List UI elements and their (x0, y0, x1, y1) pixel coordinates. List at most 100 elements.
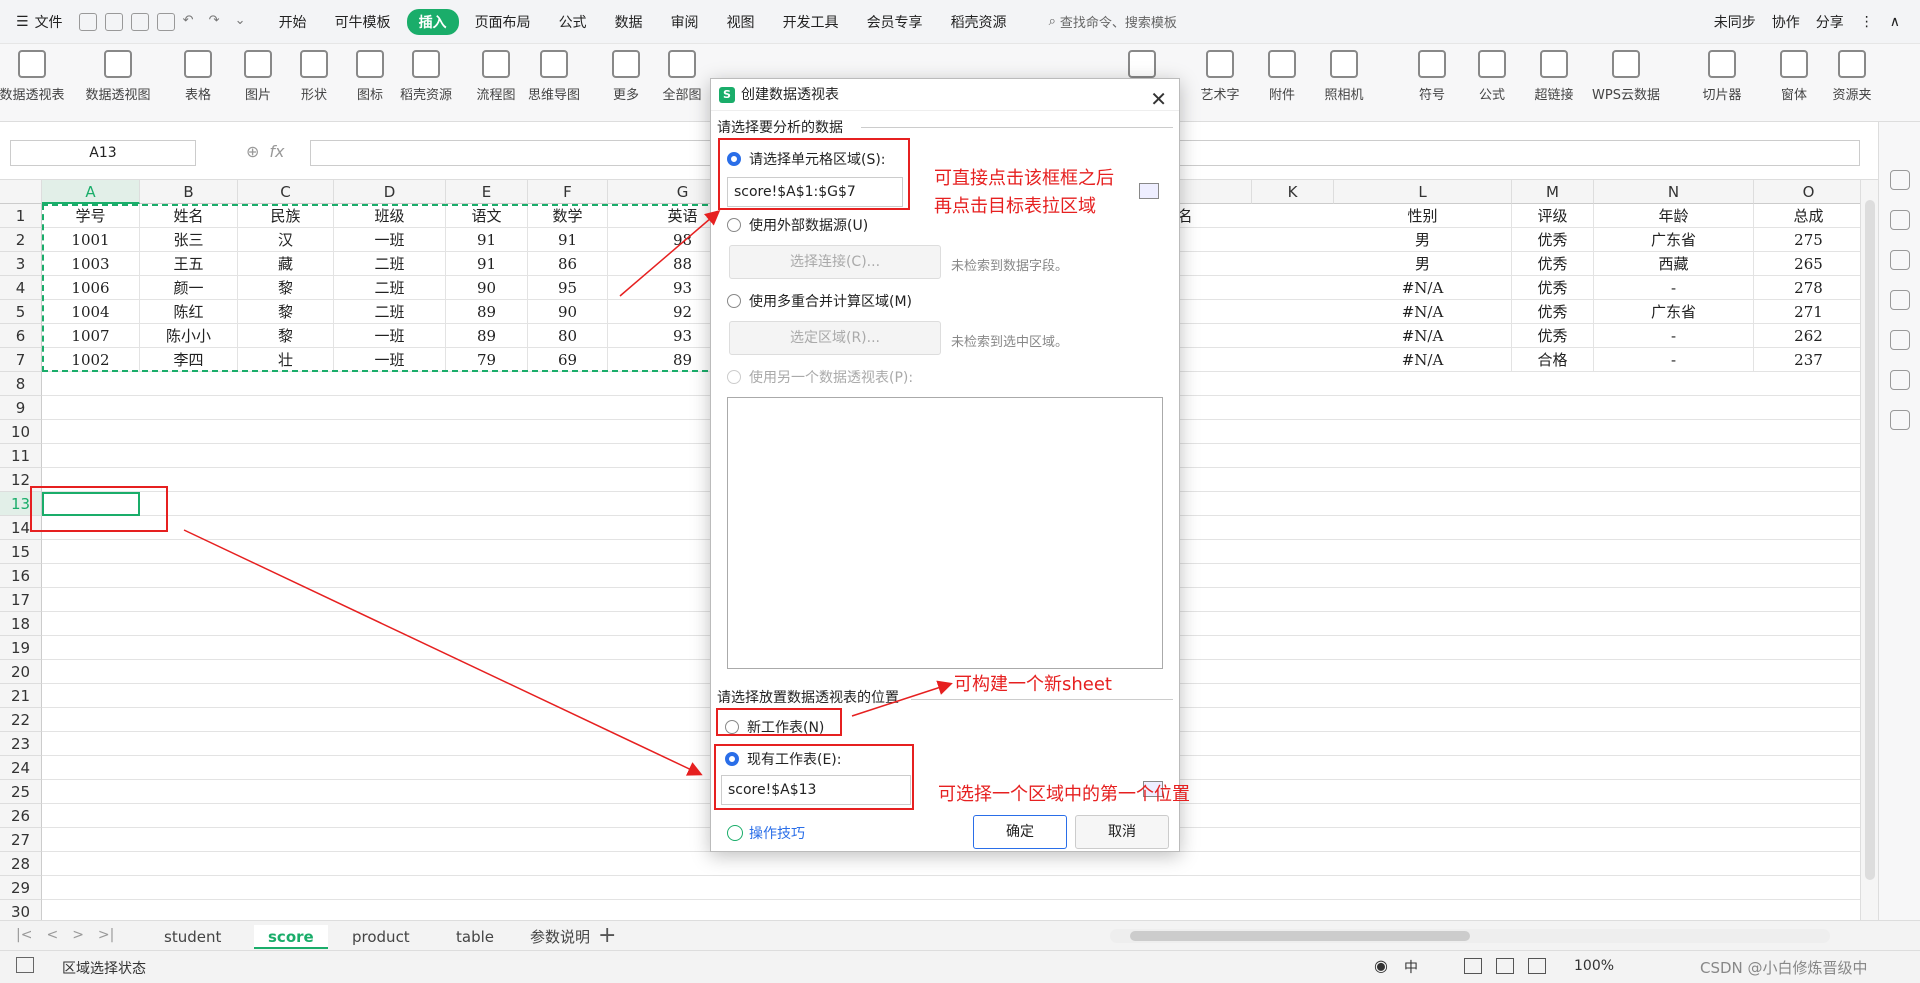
table-cell[interactable]: 颜一 (140, 276, 238, 300)
row-header-22[interactable]: 22 (0, 708, 42, 732)
table-cell[interactable]: 优秀 (1512, 300, 1594, 324)
row-header-8[interactable]: 8 (0, 372, 42, 396)
table-cell[interactable]: 男 (1334, 252, 1512, 276)
radio-multi-consolidation[interactable]: 使用多重合并计算区域(M) (727, 291, 912, 311)
table-cell[interactable]: 二班 (334, 252, 446, 276)
select-all-corner[interactable] (0, 180, 42, 204)
table-cell[interactable]: 黎 (238, 324, 334, 348)
table-cell[interactable]: 二班 (334, 300, 446, 324)
sheet-tab-3[interactable]: table (442, 925, 508, 949)
fx-icon[interactable]: fx (269, 142, 284, 161)
column-header-E[interactable]: E (446, 180, 528, 204)
row-header-5[interactable]: 5 (0, 300, 42, 324)
table-cell[interactable]: 黎 (238, 276, 334, 300)
row-header-18[interactable]: 18 (0, 612, 42, 636)
table-cell[interactable]: 1004 (42, 300, 140, 324)
table-cell[interactable]: 王五 (140, 252, 238, 276)
ribbon-button-1[interactable]: 数据透视图 (78, 50, 158, 103)
table-cell[interactable]: 民族 (238, 204, 334, 228)
row-header-23[interactable]: 23 (0, 732, 42, 756)
zoom-level[interactable]: 100% (1574, 958, 1614, 974)
ribbon-button-28[interactable]: 资源夹 (1812, 50, 1892, 103)
table-cell[interactable]: 学号 (42, 204, 140, 228)
row-header-19[interactable]: 19 (0, 636, 42, 660)
table-cell[interactable]: 86 (528, 252, 608, 276)
table-cell[interactable]: 优秀 (1512, 228, 1594, 252)
table-cell[interactable]: 90 (446, 276, 528, 300)
column-header-B[interactable]: B (140, 180, 238, 204)
table-cell[interactable]: 262 (1754, 324, 1860, 348)
table-cell[interactable]: 79 (446, 348, 528, 372)
menu-tab-6[interactable]: 审阅 (659, 9, 711, 35)
horizontal-scroll-thumb[interactable] (1130, 931, 1470, 941)
input-method-icon[interactable]: 中 (1404, 957, 1418, 977)
backup-icon[interactable] (1889, 370, 1910, 390)
table-cell[interactable]: 年龄 (1594, 204, 1754, 228)
vertical-scrollbar[interactable] (1860, 180, 1878, 920)
pivot-table-list[interactable] (727, 397, 1163, 669)
first-sheet-icon[interactable]: |< (16, 927, 32, 943)
radio-other-pivot[interactable]: 使用另一个数据透视表(P): (727, 367, 913, 387)
table-cell[interactable]: #N/A (1334, 300, 1512, 324)
table-cell[interactable]: #N/A (1334, 276, 1512, 300)
redo-icon[interactable]: ↷ (209, 13, 227, 31)
ribbon-button-8[interactable]: 思维导图 (514, 50, 594, 103)
table-cell[interactable]: 1006 (42, 276, 140, 300)
table-cell[interactable]: 278 (1754, 276, 1860, 300)
close-icon[interactable]: ✕ (1150, 83, 1167, 115)
sheet-tab-1[interactable]: score (254, 925, 328, 949)
column-header-M[interactable]: M (1512, 180, 1594, 204)
row-header-15[interactable]: 15 (0, 540, 42, 564)
page-view-icon[interactable] (1496, 958, 1514, 974)
column-header-A[interactable]: A (42, 180, 140, 204)
dialog-titlebar[interactable]: S 创建数据透视表 ✕ (711, 79, 1179, 111)
normal-view-icon[interactable] (1464, 958, 1482, 974)
print-icon[interactable] (130, 12, 149, 31)
ribbon-button-26[interactable]: 切片器 (1682, 50, 1762, 103)
table-cell[interactable]: 汉 (238, 228, 334, 252)
table-cell[interactable]: #N/A (1334, 348, 1512, 372)
tips-link[interactable]: 操作技巧 (727, 823, 805, 843)
row-header-30[interactable]: 30 (0, 900, 42, 920)
table-cell[interactable]: 275 (1754, 228, 1860, 252)
table-cell[interactable]: 班级 (334, 204, 446, 228)
table-cell[interactable]: 男 (1334, 228, 1512, 252)
row-header-25[interactable]: 25 (0, 780, 42, 804)
table-cell[interactable]: 合格 (1512, 348, 1594, 372)
table-cell[interactable]: 总成 (1754, 204, 1860, 228)
table-cell[interactable]: 藏 (238, 252, 334, 276)
table-cell[interactable]: 69 (528, 348, 608, 372)
ribbon-button-25[interactable]: WPS云数据 (1586, 50, 1666, 103)
row-header-24[interactable]: 24 (0, 756, 42, 780)
table-cell[interactable]: 1002 (42, 348, 140, 372)
vertical-scroll-thumb[interactable] (1865, 200, 1875, 880)
menu-tab-3[interactable]: 页面布局 (463, 9, 543, 35)
table-cell[interactable]: 265 (1754, 252, 1860, 276)
table-cell[interactable]: 91 (528, 228, 608, 252)
table-cell[interactable]: 237 (1754, 348, 1860, 372)
table-cell[interactable]: 李四 (140, 348, 238, 372)
row-header-26[interactable]: 26 (0, 804, 42, 828)
row-header-11[interactable]: 11 (0, 444, 42, 468)
table-cell[interactable]: 广东省 (1594, 300, 1754, 324)
name-box[interactable]: A13 (10, 140, 196, 166)
menu-tab-5[interactable]: 数据 (603, 9, 655, 35)
menu-tab-10[interactable]: 稻壳资源 (939, 9, 1019, 35)
help-icon[interactable] (1889, 330, 1910, 350)
prev-sheet-icon[interactable]: < (46, 927, 58, 943)
table-cell[interactable]: 1001 (42, 228, 140, 252)
share-button[interactable]: 分享 (1816, 12, 1844, 32)
range-picker-icon[interactable] (1139, 183, 1159, 199)
table-cell[interactable]: 89 (446, 300, 528, 324)
table-cell[interactable]: 评级 (1512, 204, 1594, 228)
menu-tab-0[interactable]: 开始 (267, 9, 319, 35)
menu-tab-8[interactable]: 开发工具 (771, 9, 851, 35)
table-cell[interactable]: 黎 (238, 300, 334, 324)
menu-tab-2[interactable]: 插入 (406, 8, 459, 35)
table-cell[interactable]: 二班 (334, 276, 446, 300)
row-header-6[interactable]: 6 (0, 324, 42, 348)
column-header-C[interactable]: C (238, 180, 334, 204)
table-cell[interactable]: 优秀 (1512, 324, 1594, 348)
chevron-down-icon[interactable]: ⌄ (235, 13, 253, 31)
cursor-icon[interactable] (1889, 210, 1910, 230)
